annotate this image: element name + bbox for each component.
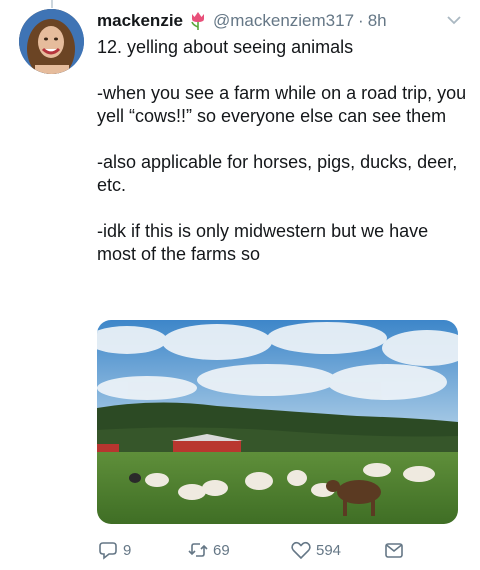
tweet-paragraph: -also applicable for horses, pigs, ducks… [97, 152, 463, 195]
direct-message-button[interactable] [383, 537, 405, 563]
farm-animals-photo[interactable] [97, 320, 458, 524]
envelope-icon [385, 543, 403, 558]
tweet-text: 12. yelling about seeing animals -when y… [97, 36, 467, 289]
reply-count: 9 [123, 541, 132, 559]
tweet-actions: 9 69 594 [97, 537, 467, 563]
retweet-button[interactable]: 69 [187, 537, 230, 563]
reply-icon [99, 542, 117, 560]
tweet-header: mackenzie @mackenziem317 · 8h [97, 8, 470, 34]
separator-dot: · [358, 11, 364, 30]
thread-connector-line [51, 0, 53, 8]
tweet-paragraph: -when you see a farm while on a road tri… [97, 83, 472, 126]
tweet-paragraph: -idk if this is only midwestern but we h… [97, 221, 434, 264]
tulip-icon [189, 11, 207, 31]
user-handle[interactable]: @mackenziem317 [213, 11, 354, 31]
avatar-photo [19, 9, 84, 74]
chevron-down-icon[interactable] [446, 12, 462, 28]
retweet-count: 69 [213, 541, 230, 559]
avatar[interactable] [19, 9, 84, 74]
reply-button[interactable]: 9 [97, 537, 131, 563]
heart-icon [291, 541, 311, 560]
retweet-icon [188, 543, 208, 557]
tweet-paragraph: 12. yelling about seeing animals [97, 37, 354, 57]
like-button[interactable]: 594 [290, 537, 341, 563]
display-name[interactable]: mackenzie [97, 11, 183, 31]
like-count: 594 [316, 541, 342, 559]
timestamp[interactable]: 8h [368, 11, 387, 31]
